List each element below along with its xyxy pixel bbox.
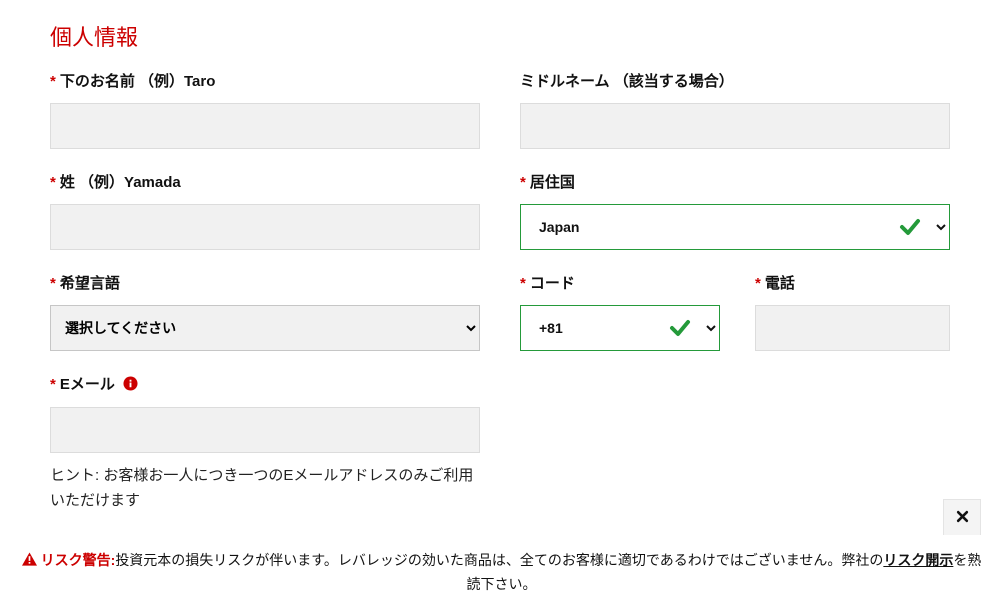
language-label: *希望言語 xyxy=(50,272,480,293)
info-icon xyxy=(123,376,138,395)
first-name-input[interactable] xyxy=(50,103,480,149)
risk-text-1: 投資元本の損失リスクが伴います。レバレッジの効いた商品は、全てのお客様に適切であ… xyxy=(115,552,883,568)
warning-icon xyxy=(22,550,37,572)
last-name-input[interactable] xyxy=(50,204,480,250)
first-name-label: *下のお名前 （例）Taro xyxy=(50,70,480,91)
email-input[interactable] xyxy=(50,407,480,453)
phone-input[interactable] xyxy=(755,305,950,351)
email-label: *Eメール xyxy=(50,373,480,395)
risk-label: リスク警告: xyxy=(41,552,116,568)
close-button[interactable] xyxy=(943,499,981,535)
section-title: 個人情報 xyxy=(50,20,953,52)
code-select[interactable]: +81 xyxy=(520,305,720,351)
close-icon xyxy=(956,510,969,526)
last-name-label: *姓 （例）Yamada xyxy=(50,171,480,192)
email-hint: ヒント: お客様お一人につき一つのEメールアドレスのみご利用いただけます xyxy=(50,463,480,514)
code-label: *コード xyxy=(520,272,720,293)
risk-disclosure-link[interactable]: リスク開示 xyxy=(883,552,953,568)
country-label: *居住国 xyxy=(520,171,950,192)
middle-name-label: ミドルネーム （該当する場合） xyxy=(520,70,950,91)
country-select[interactable]: Japan xyxy=(520,204,950,250)
risk-bar: リスク警告:投資元本の損失リスクが伴います。レバレッジの効いた商品は、全てのお客… xyxy=(0,535,1003,609)
language-select[interactable]: 選択してください xyxy=(50,305,480,351)
phone-label: *電話 xyxy=(755,272,950,293)
middle-name-input[interactable] xyxy=(520,103,950,149)
